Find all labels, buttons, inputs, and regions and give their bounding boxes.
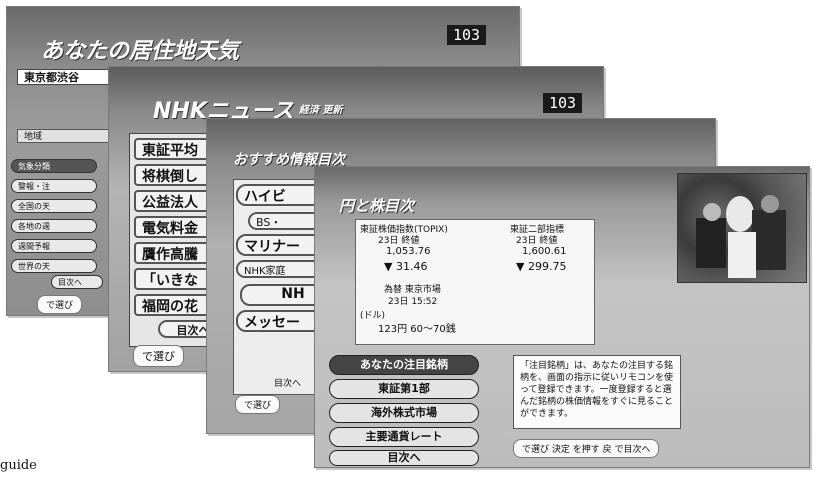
recommend-back-label[interactable]: 目次へ: [274, 376, 301, 389]
weather-menu-item[interactable]: 警報・注: [11, 179, 97, 193]
topix-date: 23日 終値: [378, 236, 420, 246]
watchlist-description: 「注目銘柄」は、あなたの注目する銘柄を、画面の指示に従いリモコンを使って登録でき…: [513, 355, 681, 429]
news-channel-number: 103: [543, 93, 583, 113]
stocks-screen: 円と株目次 東証株価指数(TOPIX) 23日 終値 1,053.76 ▼ 31…: [314, 166, 810, 468]
news-subtitle: 経済 更新: [299, 105, 343, 116]
tse2-change: ▼ 299.75: [516, 260, 567, 273]
weather-menu-item[interactable]: 気象分類: [11, 159, 97, 173]
news-photo-figures: [696, 195, 786, 278]
market-info-box: 東証株価指数(TOPIX) 23日 終値 1,053.76 ▼ 31.46 東証…: [355, 219, 595, 345]
weather-title: あなたの居住地天気: [41, 39, 240, 64]
tse2-date: 23日 終値: [516, 236, 558, 246]
weather-channel-number: 103: [447, 25, 487, 45]
weather-region-label: 地域: [17, 129, 115, 143]
weather-menu-item[interactable]: 目次へ: [51, 275, 103, 289]
recommend-list: ハイビ BS・ マリナー NHK家庭 NH メッセー 目次へ: [233, 179, 340, 395]
watchlist-button[interactable]: あなたの注目銘柄: [329, 355, 479, 375]
weather-menu-item[interactable]: 世界の天: [11, 259, 97, 273]
weather-location: 東京都渋谷: [17, 69, 115, 85]
news-hint: で選び: [133, 345, 184, 367]
recommend-hint: で選び: [235, 395, 281, 414]
news-photo: [677, 173, 807, 283]
weather-menu-item[interactable]: 全国の天: [11, 199, 97, 213]
topix-change: ▼ 31.46: [384, 260, 428, 273]
weather-hint: で選び: [37, 295, 83, 314]
caption: guide: [0, 458, 37, 473]
weather-menu-item[interactable]: 各地の週: [11, 219, 97, 233]
weather-menu-item[interactable]: 週間予報: [11, 239, 97, 253]
overseas-market-button[interactable]: 海外株式市場: [329, 403, 479, 423]
currency-rate-button[interactable]: 主要通貨レート: [329, 427, 479, 447]
topix-value: 1,053.76: [386, 246, 431, 257]
tse-first-section-button[interactable]: 東証第1部: [329, 379, 479, 399]
stocks-back-button[interactable]: 目次へ: [329, 450, 479, 466]
fx-rate: 123円 60～70銭: [378, 324, 456, 335]
fx-time: 23日 15:52: [388, 297, 438, 307]
stocks-hint: で選び 決定 を押す 戻 で目次へ: [513, 439, 660, 458]
tse2-value: 1,600.61: [522, 246, 567, 257]
stocks-title: 円と株目次: [339, 197, 415, 215]
